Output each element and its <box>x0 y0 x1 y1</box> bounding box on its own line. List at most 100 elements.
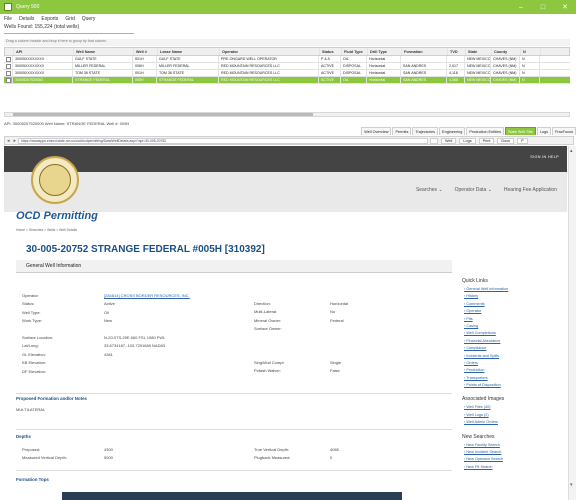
nav-operator-data[interactable]: Operator Data ⌄ <box>455 187 492 193</box>
tab-trajectories[interactable]: Trajectories <box>412 127 439 135</box>
quick-link[interactable]: › New Operator Search <box>464 457 562 464</box>
tab-fracfocus[interactable]: FracFocus <box>552 127 576 135</box>
header-extra[interactable]: N <box>521 48 541 55</box>
url-field[interactable]: https://wwwapps.emnrd.state.nm.us/ocd/oc… <box>18 137 429 144</box>
quick-link[interactable]: › General Well Information <box>464 287 562 294</box>
checkbox-icon[interactable] <box>6 77 11 83</box>
tab-production-entities[interactable]: Production Entities <box>466 127 504 135</box>
maximize-button[interactable]: □ <box>532 0 554 14</box>
quick-link[interactable]: › Pits <box>464 317 562 324</box>
row-checkbox[interactable] <box>4 77 13 83</box>
nav-hearing-fee[interactable]: Hearing Fee Application <box>504 187 557 193</box>
quick-link[interactable]: › New Facility Search <box>464 443 562 450</box>
quick-link[interactable]: › Well Admin Orders <box>464 420 562 427</box>
tab-well-overview[interactable]: Well Overview <box>361 127 392 135</box>
quick-link[interactable]: › Well Logs (2) <box>464 413 562 420</box>
row-checkbox[interactable] <box>4 63 13 69</box>
group-by-panel[interactable]: Drag a column header and drop it here to… <box>4 39 570 46</box>
header-fluid-type[interactable]: Fluid Type <box>342 48 368 55</box>
header-status[interactable]: Status <box>320 48 342 55</box>
browser-button-logs[interactable]: Logs <box>459 137 476 144</box>
quick-link[interactable]: › Incidents and Spills <box>464 354 562 361</box>
field-value: No <box>330 309 336 315</box>
quick-link[interactable]: › Production <box>464 368 562 375</box>
table-cell <box>447 56 465 62</box>
quick-link[interactable]: › Transporters <box>464 376 562 383</box>
tab-logs[interactable]: Logs <box>536 127 552 135</box>
table-row[interactable]: 30005XXXXXXXX GULF STATE 001H GULF STATE PRE… <box>4 56 570 63</box>
table-cell: 30005XXXXXXXX <box>13 56 73 62</box>
table-cell: Horizontal <box>367 56 401 62</box>
header-select[interactable] <box>5 48 14 55</box>
row-checkbox[interactable] <box>4 56 13 62</box>
menu-grid[interactable]: Grid <box>65 16 74 22</box>
grid-horizontal-scrollbar[interactable] <box>4 112 570 117</box>
close-button[interactable]: ✕ <box>554 0 576 14</box>
header-links[interactable]: SIGN IN HELP <box>530 155 559 159</box>
tab-permits[interactable]: Permits <box>392 127 412 135</box>
quick-link[interactable]: › Comments <box>464 302 562 309</box>
header-county[interactable]: County <box>492 48 521 55</box>
menu-file[interactable]: File <box>4 16 12 22</box>
header-tvd[interactable]: TVD <box>448 48 466 55</box>
table-cell: CHAVES (NM) <box>491 63 520 69</box>
go-icon[interactable] <box>430 137 439 144</box>
header-formation[interactable]: Formation <box>402 48 448 55</box>
header-lease-name[interactable]: Lease Name <box>158 48 220 55</box>
browser-button-docs[interactable]: Docs <box>497 137 515 144</box>
breadcrumb[interactable]: Home > Searches > Wells > Well Details <box>16 228 77 232</box>
checkbox-icon[interactable] <box>6 70 11 76</box>
proposed-formation-value: MULTILATERAL <box>16 407 46 412</box>
table-row[interactable]: 30005207520000 STRANGE FEDERAL 005H STRANGE… <box>4 77 570 84</box>
quick-link[interactable]: › Casing <box>464 324 562 331</box>
table-cell: Horizontal <box>367 70 401 76</box>
table-cell: GULF STATE <box>73 56 133 62</box>
quick-link[interactable]: › Well Files (40) <box>464 405 562 412</box>
table-cell: P & A <box>319 56 341 62</box>
quick-link[interactable]: › Orders <box>464 361 562 368</box>
tab-state-well-site[interactable]: State Well Site <box>504 127 536 135</box>
header-api[interactable]: API <box>14 48 74 55</box>
quick-link[interactable]: › New Pit Search <box>464 465 562 472</box>
wells-found-underline <box>4 33 134 34</box>
quick-link[interactable]: › Financial Assurance <box>464 339 562 346</box>
scrollbar-thumb[interactable] <box>13 113 313 116</box>
field-label: Sing/Mult Compl: <box>254 359 285 365</box>
minimize-button[interactable]: – <box>510 0 532 14</box>
checkbox-icon[interactable] <box>6 56 11 62</box>
field-value[interactable]: [284814] CROSS BORDER RESOURCES, INC. <box>104 293 190 298</box>
header-operator[interactable]: Operator <box>220 48 320 55</box>
table-row[interactable]: 30005XXXXXXXX TOM 36 STATE 001H TOM 36 STAT… <box>4 70 570 77</box>
browser-button-p[interactable]: P <box>517 137 528 144</box>
quick-link[interactable]: › Points of Disposition <box>464 383 562 390</box>
field-value: Oil <box>104 309 109 315</box>
scroll-down-icon[interactable]: ▾ <box>570 482 573 488</box>
nav-searches[interactable]: Searches ⌄ <box>416 187 443 193</box>
checkbox-icon[interactable] <box>6 63 11 69</box>
table-cell: 005H <box>133 77 157 83</box>
browser-button-print[interactable]: Print <box>478 137 495 144</box>
quick-link[interactable]: › History <box>464 294 562 301</box>
back-arrow-icon[interactable]: ◂ <box>7 138 10 144</box>
web-vertical-scrollbar[interactable]: ▴ ▾ <box>568 146 576 500</box>
quick-link[interactable]: › Well Completions <box>464 331 562 338</box>
quick-link[interactable]: › Compliance <box>464 346 562 353</box>
menu-exports[interactable]: Exports <box>41 16 58 22</box>
header-drill-type[interactable]: Drill Type <box>368 48 402 55</box>
quick-link[interactable]: › Operator <box>464 309 562 316</box>
table-cell: Horizontal <box>367 77 401 83</box>
new-searches-title: New Searches <box>462 433 495 440</box>
table-row[interactable]: 30005XXXXXXXX MILLER FEDERAL 006H MILLER FE… <box>4 63 570 70</box>
table-cell: GULF STATE <box>157 56 219 62</box>
forward-arrow-icon[interactable]: ▸ <box>14 138 17 144</box>
header-well-number[interactable]: Well # <box>134 48 158 55</box>
quick-link[interactable]: › New Incident Search <box>464 450 562 457</box>
row-checkbox[interactable] <box>4 70 13 76</box>
menu-details[interactable]: Details <box>19 16 34 22</box>
tab-engineering[interactable]: Engineering <box>439 127 466 135</box>
browser-button-well[interactable]: Well <box>441 137 457 144</box>
header-well-name[interactable]: Well Name <box>74 48 134 55</box>
header-state[interactable]: State <box>466 48 492 55</box>
scroll-up-icon[interactable]: ▴ <box>570 148 573 154</box>
menu-query[interactable]: Query <box>82 16 96 22</box>
